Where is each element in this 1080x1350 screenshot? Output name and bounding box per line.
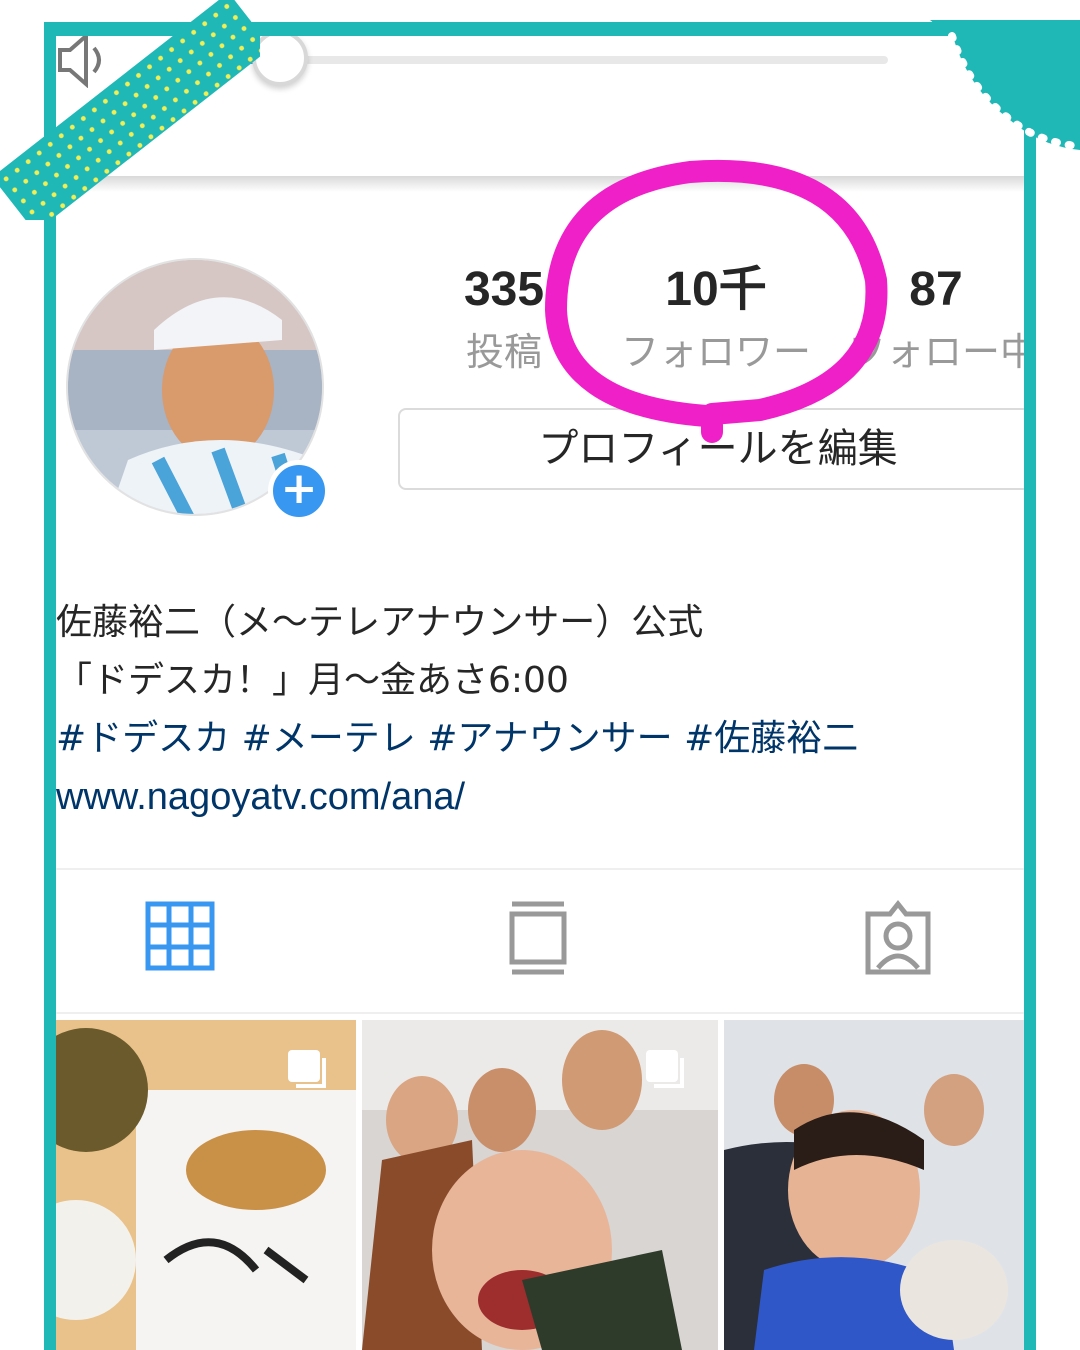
following-label: フォロー中: [848, 330, 1024, 374]
scalloped-corner-decoration: [930, 20, 1080, 150]
followers-label: フォロワー: [620, 330, 811, 374]
profile-bio: 佐藤裕二（メ〜テレアナウンサー）公式 「ドデスカ！」月〜金あさ6:00 #ドデス…: [56, 594, 1024, 826]
carousel-icon: [646, 1050, 684, 1088]
tagged-person-icon[interactable]: [862, 900, 942, 980]
washi-tape-decoration: [0, 0, 260, 220]
edit-profile-button[interactable]: プロフィールを編集: [398, 408, 1024, 490]
grid-icon[interactable]: [144, 900, 224, 980]
stat-followers[interactable]: 10千 フォロワー: [606, 262, 826, 374]
post-thumbnail[interactable]: [56, 1020, 356, 1350]
tabs-divider-bottom: [56, 1012, 1024, 1014]
stat-following[interactable]: 87 フォロー中: [848, 262, 1024, 374]
post-image-office-group: [724, 1020, 1024, 1350]
bio-hashtags[interactable]: #ドデスカ #メーテレ #アナウンサー #佐藤裕二: [56, 710, 1024, 768]
phone-screen: + 335 投稿 10千 フォロワー 87 フォロー中 プロフィールを編集 佐藤…: [56, 36, 1024, 1350]
following-count: 87: [909, 263, 963, 316]
followers-count: 10千: [665, 263, 767, 316]
bio-name: 佐藤裕二（メ〜テレアナウンサー）公式: [56, 602, 704, 643]
post-thumbnail[interactable]: [362, 1020, 718, 1350]
profile-tabs: [56, 870, 1024, 1012]
bio-schedule: 「ドデスカ！」月〜金あさ6:00: [56, 660, 569, 701]
bio-link[interactable]: www.nagoyatv.com/ana/: [56, 768, 1024, 826]
stat-posts[interactable]: 335 投稿: [444, 262, 564, 374]
carousel-icon: [288, 1050, 326, 1088]
feed-icon[interactable]: [502, 900, 582, 980]
add-story-button[interactable]: +: [268, 460, 330, 522]
post-thumbnail[interactable]: [724, 1020, 1024, 1350]
posts-label: 投稿: [465, 330, 542, 374]
volume-slider-handle[interactable]: [252, 36, 308, 86]
posts-count: 335: [463, 263, 545, 316]
